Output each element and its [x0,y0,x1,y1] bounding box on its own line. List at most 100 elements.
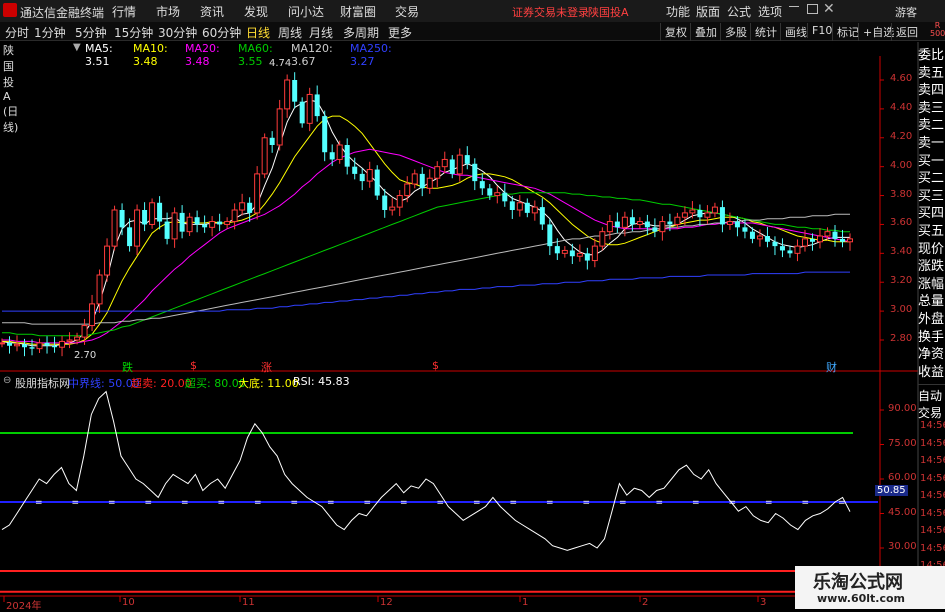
candle [441,151,448,174]
marker-cai[interactable]: 财 [826,359,837,375]
candle-body [127,227,133,247]
side-label[interactable]: 收益 [918,361,945,380]
side-label[interactable]: 卖三 [918,97,945,116]
side-label[interactable]: 外盘 [918,308,945,327]
candle-body [96,274,103,305]
candle-body [434,166,441,179]
candle [104,238,111,282]
candle [832,225,838,247]
midline-mark: = [437,498,445,508]
rsi-current-tag: 50.85 [875,485,908,496]
candle-body [667,221,673,225]
candle-body [389,206,396,211]
side-label[interactable]: 买三 [918,185,945,204]
marker-dollar-2[interactable]: $ [432,359,439,372]
low-price-label: 2.70 [74,350,97,361]
candle-body [292,80,298,102]
candle-body [0,342,5,345]
ma-line-ma250 [2,271,850,312]
midline-mark: = [218,498,226,508]
side-label[interactable]: 换手 [918,326,945,345]
midline-mark: = [145,498,153,508]
candle [186,212,193,236]
candle-body [202,224,208,228]
rsi-tick-label: 30.00 [888,541,917,552]
candle-body [502,192,508,202]
marker-die[interactable]: 跌 [122,359,133,375]
indicator-rsi-label: RSI: 45.83 [293,375,350,388]
candle-body [547,224,553,247]
side-label[interactable]: 涨跌 [918,255,945,274]
midline-mark: = [619,498,627,508]
indicator-bottom-label: 大底: 11.00 [238,377,299,390]
candle [194,210,200,233]
candle-body [231,209,238,223]
side-label[interactable]: 卖五 [918,62,945,81]
candle [584,247,590,270]
side-label[interactable]: 买二 [918,167,945,186]
candle [456,148,463,182]
side-label[interactable]: 涨幅 [918,273,945,292]
side-label[interactable]: 买一 [918,150,945,169]
midline-mark: = [692,498,700,508]
candle-body [366,169,373,182]
candle-body [411,173,418,185]
candle-body [404,183,411,197]
candle [89,294,96,332]
candle [7,336,13,354]
candle-body [772,241,778,247]
candle [36,338,43,353]
side-label-zidong[interactable]: 自动 [918,387,945,404]
candle-body [809,238,815,242]
side-label[interactable]: 现价 [918,238,945,257]
side-label[interactable]: 净资 [918,343,945,362]
candle [434,161,441,188]
time-axis-label: 11 [242,597,255,608]
candle [171,207,178,248]
candle-body [179,212,185,232]
side-label[interactable]: 总量 [918,290,945,309]
candle [516,194,523,217]
side-label[interactable]: 委比 [918,44,945,63]
watermark-title: 乐淘公式网 [813,572,903,593]
candle-body [652,227,658,232]
price-tick-label: 4.20 [890,130,913,142]
side-label-jiaoyi[interactable]: 交易 [918,404,945,421]
candle [659,216,666,241]
candle-body [644,221,650,228]
side-label[interactable]: 买四 [918,202,945,221]
candle-body [22,344,28,348]
time-stub: 14:56 [920,437,945,449]
marker-zhang[interactable]: 涨 [261,359,272,375]
candle [494,186,501,204]
rsi-tick-label: 75.00 [888,437,917,449]
candle-body [742,227,748,232]
candle-body [322,116,328,153]
candle-body [561,249,568,254]
side-label[interactable]: 卖二 [918,114,945,133]
candle-body [209,221,216,228]
candle-body [569,250,575,257]
side-label[interactable]: 卖四 [918,79,945,98]
indicator-overbought-label: 超买: 80.00 [185,377,246,390]
side-label[interactable]: 卖一 [918,132,945,151]
candle [794,239,801,262]
indicator-dropdown-icon[interactable]: ⊖ [3,375,11,386]
time-axis-label: 3 [760,597,767,608]
midline-mark: = [400,498,408,508]
candle-body [487,188,493,196]
candle [524,198,530,218]
candle [547,218,553,256]
candle [66,332,73,349]
candle [314,85,320,122]
candle-body [149,202,156,225]
midline-mark: = [583,498,591,508]
candle-body [306,93,313,124]
side-label[interactable]: 买五 [918,220,945,239]
candle [142,202,148,232]
candle-body [839,238,845,242]
candle-body [584,253,590,261]
marker-dollar-1[interactable]: $ [190,359,197,372]
candle-body [186,216,193,233]
kline-chart[interactable]: = = = = = = = = = = = = = = = = = = = = = = = [0,0,945,609]
